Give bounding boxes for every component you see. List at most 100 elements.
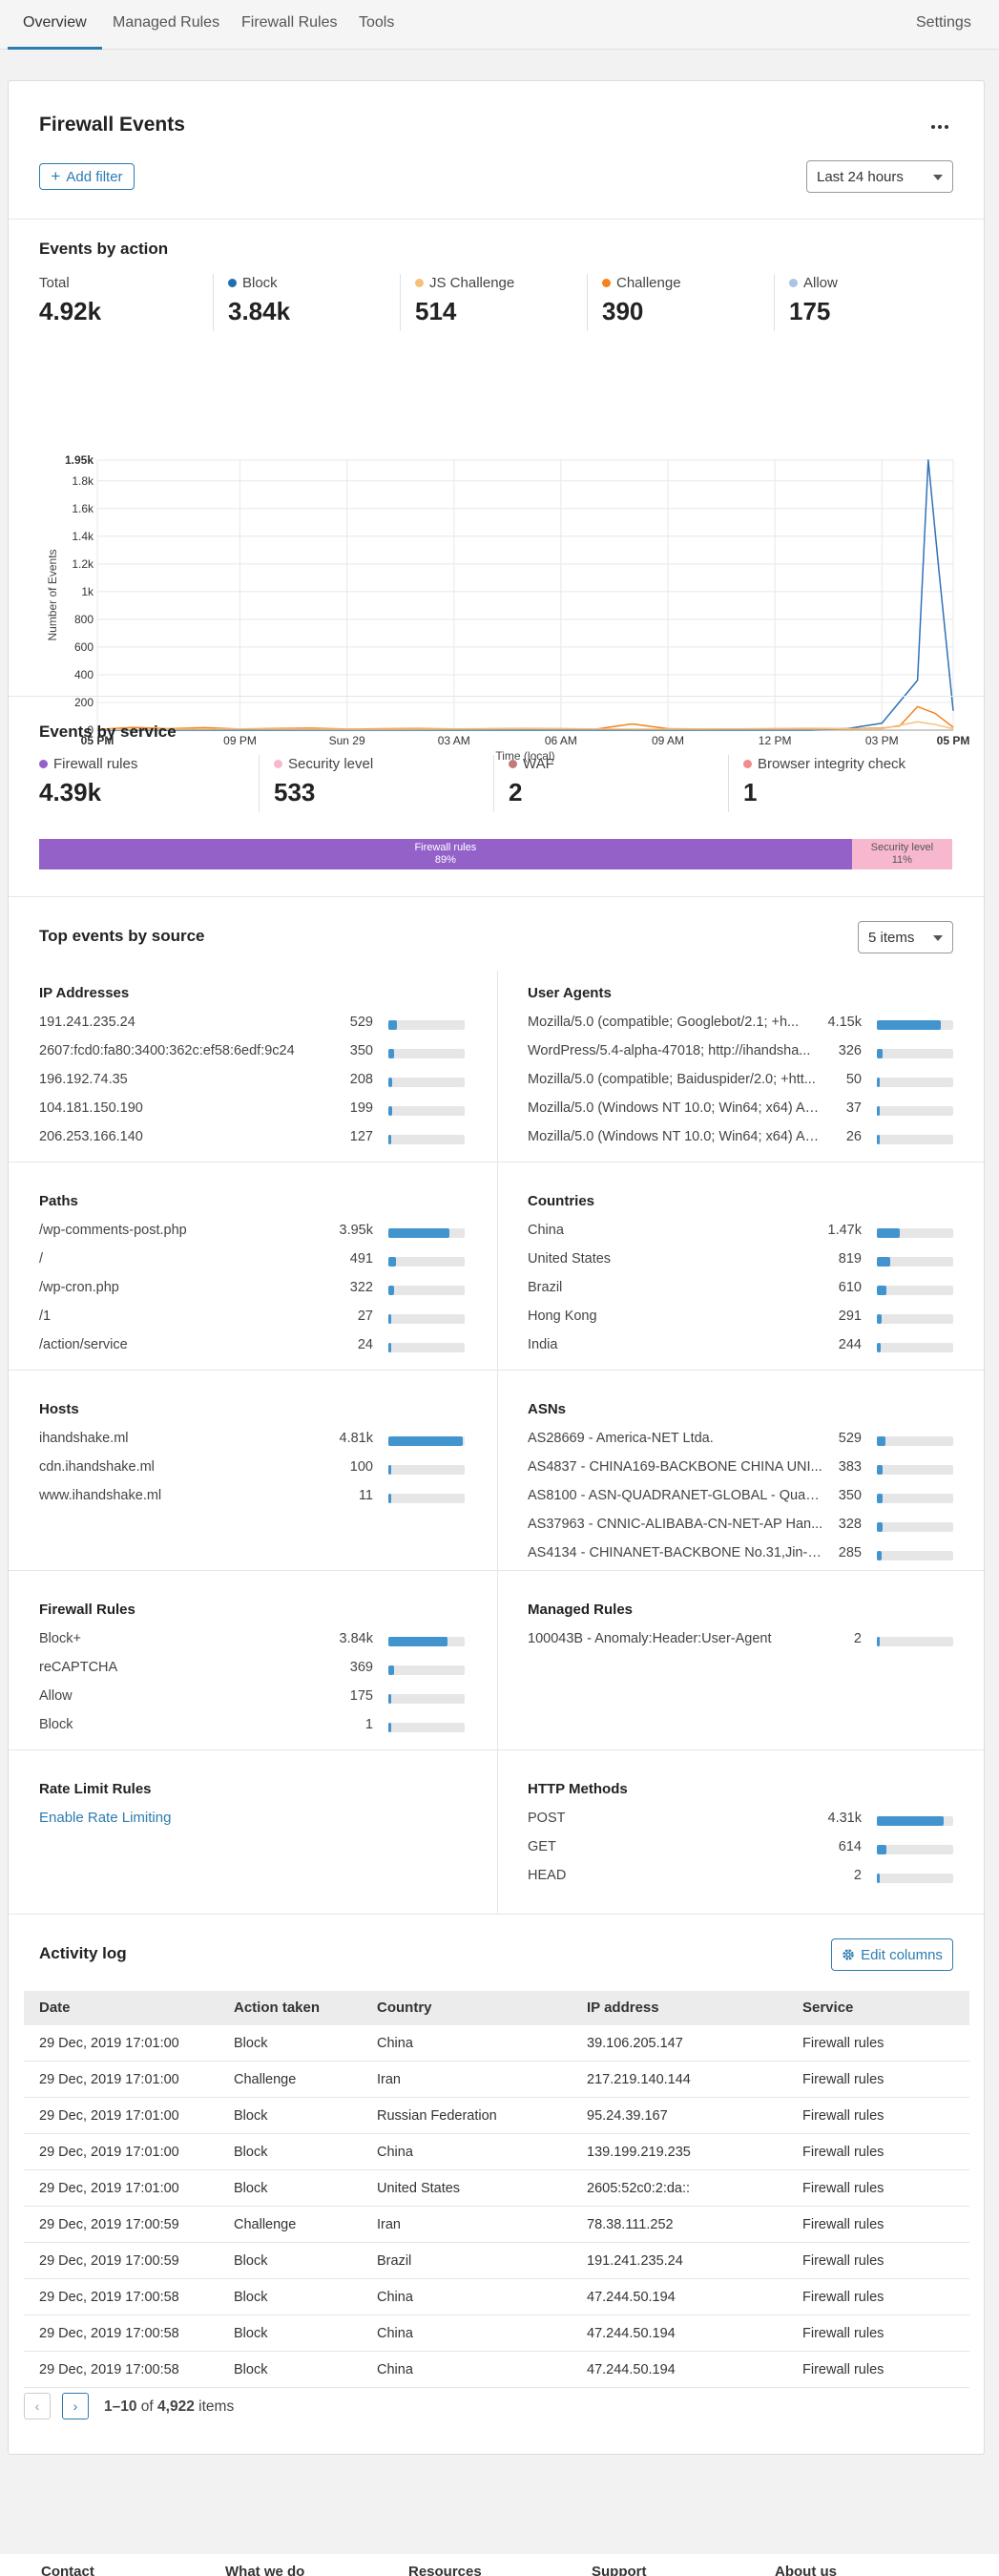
source-row[interactable]: Block 1: [39, 1717, 467, 1738]
source-row[interactable]: AS37963 - CNNIC-ALIBABA-CN-NET-AP Han...…: [528, 1517, 955, 1538]
table-cell: 47.244.50.194: [587, 2290, 676, 2305]
service-bar-segment[interactable]: Security level 11%: [851, 839, 952, 869]
source-row[interactable]: /wp-comments-post.php 3.95k: [39, 1223, 467, 1244]
ellipsis-icon[interactable]: [928, 115, 951, 138]
tab-tools[interactable]: Tools: [359, 0, 394, 50]
series-line-block: [97, 459, 954, 731]
source-bar-fill: [877, 1228, 900, 1238]
source-row[interactable]: AS28669 - America-NET Ltda. 529: [528, 1431, 955, 1452]
table-row[interactable]: 29 Dec, 2019 17:00:59 Challenge Iran 78.38.…: [24, 2207, 969, 2243]
tab-overview[interactable]: Overview: [8, 0, 102, 50]
table-row[interactable]: 29 Dec, 2019 17:00:58 Block China 47.244.50…: [24, 2352, 969, 2388]
items-count-value: 5 items: [868, 929, 915, 946]
source-row[interactable]: 104.181.150.190 199: [39, 1100, 467, 1121]
source-label: Mozilla/5.0 (compatible; Googlebot/2.1; …: [528, 1015, 800, 1030]
table-row[interactable]: 29 Dec, 2019 17:01:00 Block China 39.106.20…: [24, 2025, 969, 2062]
source-count: 529: [838, 1431, 862, 1446]
table-cell: Block: [234, 2253, 268, 2269]
table-row[interactable]: 29 Dec, 2019 17:00:59 Block Brazil 191.241.…: [24, 2243, 969, 2279]
source-row[interactable]: Mozilla/5.0 (compatible; Baiduspider/2.0…: [528, 1072, 955, 1093]
source-row[interactable]: /wp-cron.php 322: [39, 1280, 467, 1301]
source-row[interactable]: Brazil 610: [528, 1280, 955, 1301]
segment-percent: 11%: [891, 854, 912, 866]
source-row[interactable]: 196.192.74.35 208: [39, 1072, 467, 1093]
source-row[interactable]: AS4134 - CHINANET-BACKBONE No.31,Jin-ro.…: [528, 1545, 955, 1566]
source-row[interactable]: / 491: [39, 1251, 467, 1272]
tab-managed-rules[interactable]: Managed Rules: [113, 0, 219, 50]
table-cell: Block: [234, 2326, 268, 2341]
source-row[interactable]: /1 27: [39, 1309, 467, 1330]
table-row[interactable]: 29 Dec, 2019 17:01:00 Block Russian Federa…: [24, 2098, 969, 2134]
table-cell: China: [377, 2036, 413, 2051]
column-header-action[interactable]: Action taken: [234, 1991, 320, 2025]
source-row[interactable]: Mozilla/5.0 (Windows NT 10.0; Win64; x64…: [528, 1100, 955, 1121]
panel-title: Rate Limit Rules: [39, 1781, 152, 1797]
column-header-ip[interactable]: IP address: [587, 1991, 659, 2025]
table-row[interactable]: 29 Dec, 2019 17:00:58 Block China 47.244.50…: [24, 2279, 969, 2315]
source-row[interactable]: Mozilla/5.0 (Windows NT 10.0; Win64; x64…: [528, 1129, 955, 1150]
source-row[interactable]: United States 819: [528, 1251, 955, 1272]
footer-about-us[interactable]: About us: [775, 2564, 837, 2576]
table-row[interactable]: 29 Dec, 2019 17:01:00 Challenge Iran 217.21…: [24, 2062, 969, 2098]
source-row[interactable]: India 244: [528, 1337, 955, 1358]
source-row[interactable]: Block+ 3.84k: [39, 1631, 467, 1652]
table-row[interactable]: 29 Dec, 2019 17:01:00 Block China 139.199.2…: [24, 2134, 969, 2170]
table-row[interactable]: 29 Dec, 2019 17:01:00 Block United States 2…: [24, 2170, 969, 2207]
prev-page-button[interactable]: ‹: [24, 2393, 51, 2419]
stat-label-text: Allow: [803, 275, 838, 291]
y-tick-label: 400: [74, 668, 94, 681]
source-row[interactable]: 2607:fcd0:fa80:3400:362c:ef58:6edf:9c24 3…: [39, 1043, 467, 1064]
footer-contact[interactable]: Contact: [41, 2564, 94, 2576]
source-row[interactable]: POST 4.31k: [528, 1811, 955, 1832]
source-row[interactable]: 100043B - Anomaly:Header:User-Agent 2: [528, 1631, 955, 1652]
source-row[interactable]: Mozilla/5.0 (compatible; Googlebot/2.1; …: [528, 1015, 955, 1036]
table-cell: Firewall rules: [802, 2290, 885, 2305]
source-row[interactable]: WordPress/5.4-alpha-47018; http://ihands…: [528, 1043, 955, 1064]
source-row[interactable]: /action/service 24: [39, 1337, 467, 1358]
source-row[interactable]: reCAPTCHA 369: [39, 1660, 467, 1681]
table-cell: Firewall rules: [802, 2108, 885, 2124]
add-filter-button[interactable]: + Add filter: [39, 163, 135, 190]
items-count-select[interactable]: 5 items: [858, 921, 953, 953]
enable-rate-limiting-link[interactable]: Enable Rate Limiting: [39, 1810, 171, 1826]
source-label: Brazil: [528, 1280, 563, 1295]
settings-link[interactable]: Settings: [916, 0, 971, 50]
source-row[interactable]: AS8100 - ASN-QUADRANET-GLOBAL - Quad... 3…: [528, 1488, 955, 1509]
source-count: 4.15k: [827, 1015, 862, 1030]
source-row[interactable]: GET 614: [528, 1839, 955, 1860]
table-row[interactable]: 29 Dec, 2019 17:00:58 Block China 47.244.50…: [24, 2315, 969, 2352]
source-row[interactable]: AS4837 - CHINA169-BACKBONE CHINA UNI... 3…: [528, 1459, 955, 1480]
next-page-button[interactable]: ›: [62, 2393, 89, 2419]
source-label: HEAD: [528, 1868, 567, 1883]
source-row[interactable]: ihandshake.ml 4.81k: [39, 1431, 467, 1452]
source-row[interactable]: 191.241.235.24 529: [39, 1015, 467, 1036]
source-row[interactable]: HEAD 2: [528, 1868, 955, 1889]
table-cell: Firewall rules: [802, 2253, 885, 2269]
source-count: 175: [349, 1688, 373, 1704]
source-count: 285: [838, 1545, 862, 1560]
source-row[interactable]: Hong Kong 291: [528, 1309, 955, 1330]
tab-firewall-rules[interactable]: Firewall Rules: [241, 0, 337, 50]
source-bar-fill: [388, 1135, 391, 1144]
column-header-date[interactable]: Date: [39, 1991, 71, 2025]
source-row[interactable]: www.ihandshake.ml 11: [39, 1488, 467, 1509]
column-header-country[interactable]: Country: [377, 1991, 432, 2025]
table-cell: 217.219.140.144: [587, 2072, 691, 2087]
edit-columns-button[interactable]: Edit columns: [831, 1938, 953, 1971]
timerange-select[interactable]: Last 24 hours: [806, 160, 953, 193]
column-header-service[interactable]: Service: [802, 1991, 853, 2025]
source-row[interactable]: China 1.47k: [528, 1223, 955, 1244]
source-bar-fill: [877, 1494, 883, 1503]
source-count: 491: [349, 1251, 373, 1267]
footer-resources[interactable]: Resources: [408, 2564, 482, 2576]
footer-support[interactable]: Support: [592, 2564, 647, 2576]
table-cell: Russian Federation: [377, 2108, 497, 2124]
service-bar-segment[interactable]: Firewall rules 89%: [39, 839, 852, 869]
footer-what-we-do[interactable]: What we do: [225, 2564, 304, 2576]
panel-title: HTTP Methods: [528, 1781, 628, 1797]
source-label: 2607:fcd0:fa80:3400:362c:ef58:6edf:9c24: [39, 1043, 295, 1058]
source-row[interactable]: 206.253.166.140 127: [39, 1129, 467, 1150]
source-row[interactable]: Allow 175: [39, 1688, 467, 1709]
source-row[interactable]: cdn.ihandshake.ml 100: [39, 1459, 467, 1480]
y-tick-label: 1.4k: [72, 530, 94, 543]
